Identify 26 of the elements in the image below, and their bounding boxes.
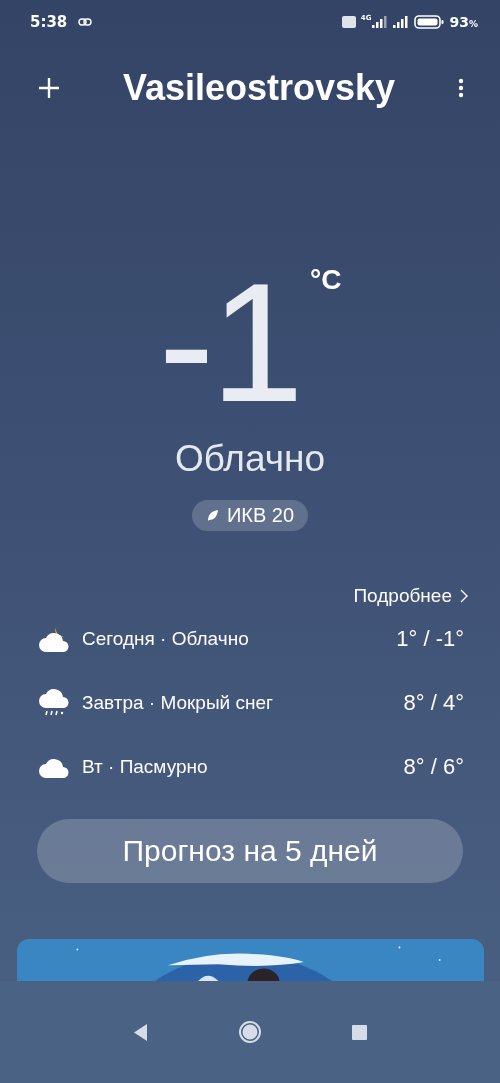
signal-icon bbox=[372, 16, 389, 28]
forecast-range: 1° / -1° bbox=[396, 626, 464, 652]
signal-icon bbox=[393, 16, 410, 28]
temperature-unit: °C bbox=[310, 264, 342, 297]
temperature: -1 bbox=[158, 268, 300, 428]
aqi-badge[interactable]: ИКВ 20 bbox=[191, 500, 309, 531]
forecast-day: Завтра · Мокрый снег bbox=[82, 692, 404, 714]
details-link[interactable]: Подробнее bbox=[353, 585, 468, 607]
forecast-day: Вт · Пасмурно bbox=[82, 756, 404, 778]
leaf-icon bbox=[205, 509, 219, 522]
battery-percent: 93% bbox=[449, 14, 478, 30]
city-title: Vasileostrovsky bbox=[122, 67, 396, 109]
forecast-range: 8° / 4° bbox=[403, 690, 464, 716]
home-icon bbox=[237, 1020, 262, 1044]
link-icon bbox=[78, 18, 93, 26]
status-time: 5:38 bbox=[30, 13, 68, 31]
plus-icon bbox=[38, 77, 60, 99]
square-icon bbox=[351, 1024, 367, 1040]
forecast-range: 8° / 6° bbox=[403, 754, 464, 780]
more-icon bbox=[458, 78, 464, 98]
battery-icon bbox=[414, 15, 445, 29]
forecast-day: Сегодня · Облачно bbox=[82, 628, 397, 650]
chevron-icon bbox=[460, 589, 468, 603]
condition: Облачно bbox=[174, 438, 326, 480]
forecast-button[interactable]: Прогноз на 5 дней bbox=[37, 819, 463, 883]
back-icon bbox=[133, 1023, 148, 1041]
